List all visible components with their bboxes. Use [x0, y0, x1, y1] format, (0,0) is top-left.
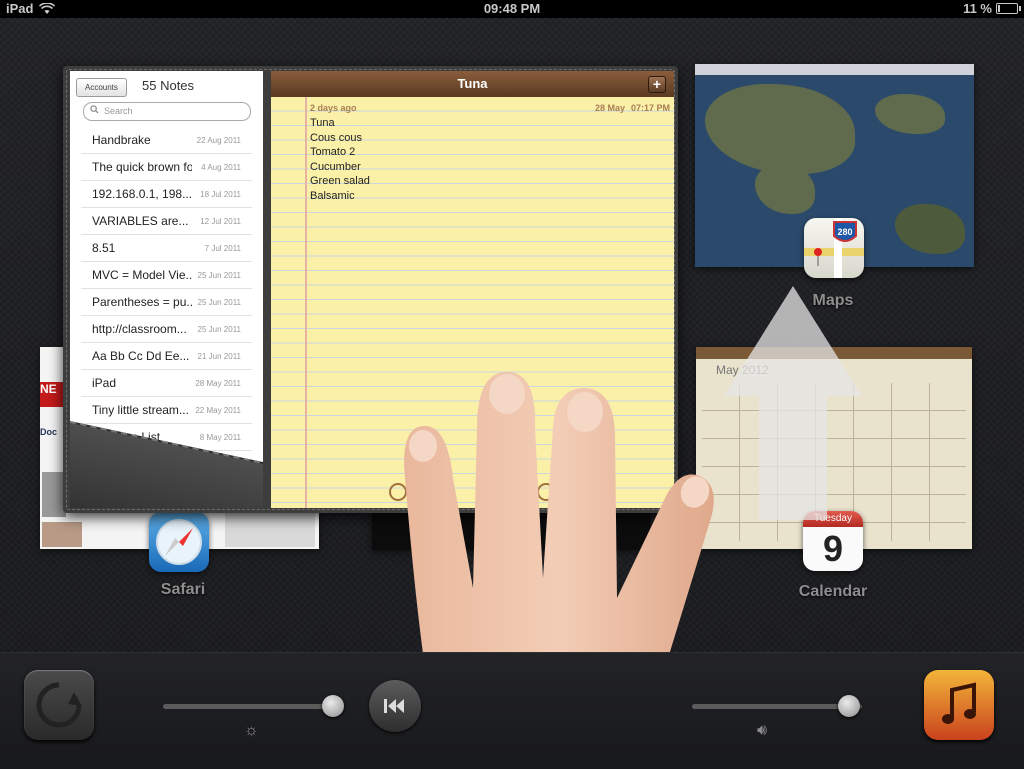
- note-list-item[interactable]: Parentheses = pu... 25 Jun 2011: [81, 289, 252, 316]
- note-list-item-date: 4 Aug 2011: [201, 163, 241, 172]
- note-list-item-date: 21 Jun 2011: [197, 352, 241, 361]
- note-list-item[interactable]: Tiny little stream... 22 May 2011: [81, 397, 252, 424]
- status-time: 09:48 PM: [483, 1, 541, 16]
- safari-compass-icon[interactable]: [149, 512, 209, 572]
- safari-page-text: Doc: [40, 427, 58, 437]
- maps-280-icon[interactable]: 280: [804, 218, 864, 278]
- note-list-item-date: 25 Jun 2011: [197, 298, 241, 307]
- previous-track-icon[interactable]: [369, 680, 421, 732]
- notes-count-title: 55 Notes: [142, 78, 195, 93]
- note-body[interactable]: Tuna Cous cous Tomato 2 Cucumber Green salad…: [310, 116, 370, 203]
- battery-percent: 11 %: [963, 1, 992, 16]
- svg-text:280: 280: [837, 227, 852, 237]
- note-list-item-date: 22 May 2011: [195, 406, 241, 415]
- note-line: Balsamic: [310, 189, 355, 202]
- note-list-item[interactable]: iPad 28 May 2011: [81, 370, 252, 397]
- note-list-item-title: http://classroom...: [92, 322, 187, 336]
- search-icon: [90, 103, 99, 120]
- note-line: Tuna: [310, 117, 335, 129]
- note-list-item-date: 25 Jun 2011: [197, 325, 241, 334]
- note-list-item-title: Handbrake: [92, 133, 151, 147]
- note-list-item[interactable]: http://classroom... 25 Jun 2011: [81, 316, 252, 343]
- notes-list-panel: Accounts 55 Notes Search Handbrake 22 Aug…: [70, 71, 263, 508]
- add-note-button[interactable]: +: [648, 76, 666, 93]
- calendar-icon[interactable]: Tuesday 9: [803, 511, 863, 571]
- note-list-item[interactable]: Handbrake 22 Aug 2011: [81, 127, 252, 154]
- note-list-item[interactable]: The quick brown fo... 4 Aug 2011: [81, 154, 252, 181]
- note-title: Tuna: [457, 76, 488, 91]
- calendar-day: 9: [822, 528, 844, 569]
- note-list-item[interactable]: VARIABLES are... 12 Jul 2011: [81, 208, 252, 235]
- note-line: Cucumber: [310, 160, 361, 173]
- note-list-item-title: iPad: [92, 376, 117, 390]
- note-line: Green salad: [310, 175, 370, 187]
- note-list-item-title: VARIABLES are...: [92, 214, 189, 228]
- note-list-item[interactable]: Aa Bb Cc Dd Ee... 21 Jun 2011: [81, 343, 252, 370]
- note-list-item-title: 8.51: [92, 241, 116, 255]
- note-list-item-title: The quick brown fo...: [92, 160, 192, 174]
- note-list-item-title: 192.168.0.1, 198....: [92, 187, 192, 201]
- status-bar: iPad 09:48 PM 11 %: [0, 0, 1024, 18]
- note-relative-date: 2 days ago: [310, 103, 357, 113]
- note-list-item[interactable]: 192.168.0.1, 198.... 18 Jul 2011: [81, 181, 252, 208]
- note-list-item-date: 12 Jul 2011: [200, 217, 241, 226]
- search-placeholder: Search: [104, 106, 133, 116]
- note-list-item[interactable]: 8.51 7 Jul 2011: [81, 235, 252, 262]
- note-line: Cous cous: [310, 131, 362, 144]
- note-line: Tomato 2: [310, 146, 356, 158]
- note-time: 07:17 PM: [631, 103, 671, 113]
- volume-slider[interactable]: [692, 704, 862, 709]
- note-date: 28 May: [595, 103, 626, 113]
- safari-label: Safari: [160, 581, 206, 598]
- paper-margin-line: [305, 97, 307, 508]
- note-title-bar: Tuna +: [271, 71, 674, 97]
- note-list-item[interactable]: MVC = Model Vie... 25 Jun 2011: [81, 262, 252, 289]
- brightness-slider-knob[interactable]: [322, 695, 344, 717]
- notes-list: Handbrake 22 Aug 2011 The quick brown fo..…: [81, 127, 252, 451]
- music-note-icon[interactable]: [924, 670, 994, 740]
- note-list-item-date: 28 May 2011: [195, 379, 241, 388]
- accounts-button[interactable]: Accounts: [76, 78, 127, 97]
- multitasking-bar: [0, 652, 1024, 769]
- sun-icon: ☼: [244, 722, 259, 739]
- note-list-item-title: Parentheses = pu...: [92, 295, 192, 309]
- volume-slider-knob[interactable]: [838, 695, 860, 717]
- note-list-item-title: Aa Bb Cc Dd Ee...: [92, 349, 190, 363]
- search-input[interactable]: Search: [83, 102, 251, 121]
- brightness-slider[interactable]: [163, 704, 335, 709]
- safari-page-masthead: NE: [40, 382, 64, 407]
- note-list-item-title: MVC = Model Vie...: [92, 268, 192, 282]
- note-list-item-title: Tiny little stream...: [92, 403, 189, 417]
- speaker-icon: 🔊︎: [757, 722, 768, 739]
- calendar-label: Calendar: [798, 583, 868, 600]
- rotation-lock-icon[interactable]: [24, 670, 94, 740]
- battery-icon: [996, 3, 1021, 14]
- note-list-item-date: 7 Jul 2011: [204, 244, 241, 253]
- note-list-item-date: 18 Jul 2011: [200, 190, 241, 199]
- note-list-item-date: 8 May 2011: [199, 433, 241, 442]
- swipe-up-arrow-icon: [724, 286, 862, 520]
- note-list-item-date: 22 Aug 2011: [196, 136, 241, 145]
- note-list-item-date: 25 Jun 2011: [197, 271, 241, 280]
